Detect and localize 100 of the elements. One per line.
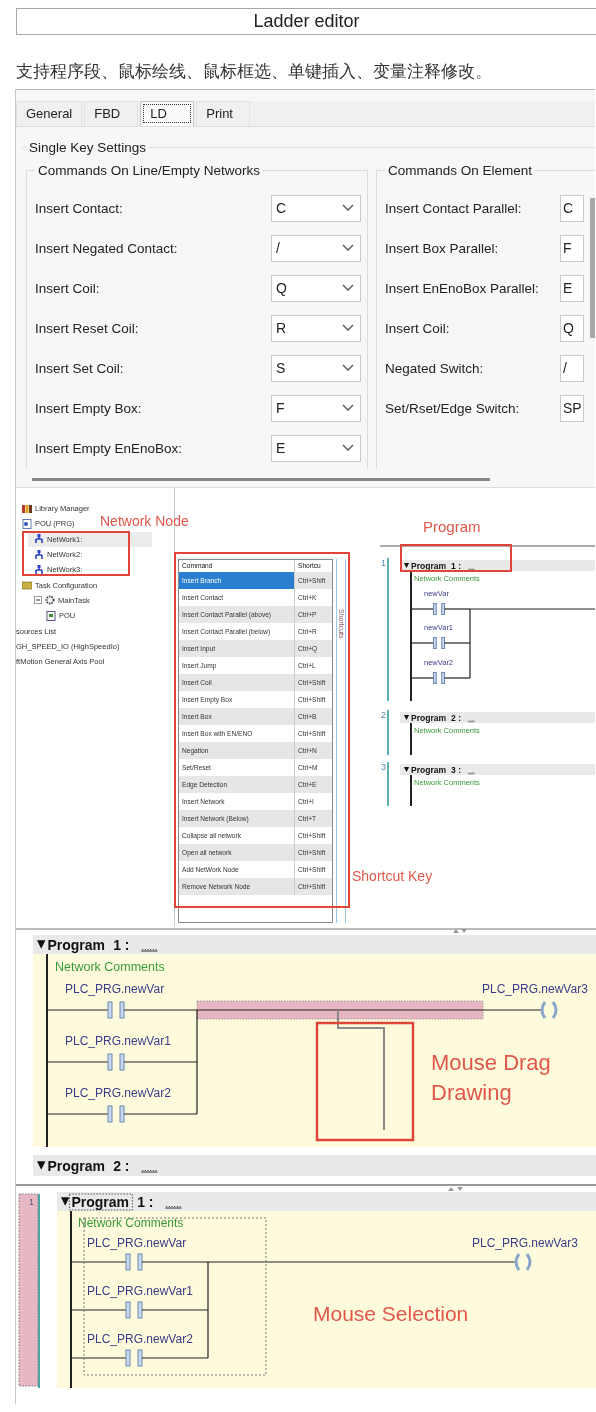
callout-label: Mouse Drag xyxy=(431,1050,551,1075)
setting-label: Insert Contact Parallel: xyxy=(385,200,523,216)
setting-label: Insert Coil: xyxy=(385,320,451,336)
setting-label: Insert Contact: xyxy=(35,200,124,216)
caret-icon[interactable] xyxy=(37,940,46,949)
wire xyxy=(410,608,435,610)
vertical-scrollbar[interactable] xyxy=(590,198,595,338)
callout-label: Network Node xyxy=(100,513,189,529)
wire xyxy=(46,1061,109,1063)
splitter-arrows-icon[interactable] xyxy=(453,929,467,933)
key-dropdown[interactable]: C xyxy=(560,194,584,222)
key-dropdown[interactable]: SP xyxy=(560,394,584,422)
caret-icon[interactable] xyxy=(404,714,410,721)
variable-label: PLC_PRG.newVar1 xyxy=(65,1034,171,1048)
page-title: Ladder editor xyxy=(16,8,596,35)
key-dropdown[interactable]: F xyxy=(560,234,584,262)
group-title: Single Key Settings xyxy=(28,140,148,155)
key-dropdown[interactable]: R xyxy=(271,314,361,342)
setting-label: Insert Negated Contact: xyxy=(35,240,179,256)
tab[interactable]: FBD xyxy=(84,101,139,126)
key-dropdown[interactable]: Q xyxy=(271,274,361,302)
network-name: ...... xyxy=(141,940,158,952)
network-title: Program xyxy=(71,1193,129,1210)
network-comment: Network Comments xyxy=(55,960,165,974)
wire xyxy=(70,1357,127,1359)
caption-text: 支持程序段、鼠标绘线、鼠标框选、单键插入、变量注释修改。 xyxy=(16,60,493,83)
callout-label: Program xyxy=(423,518,481,535)
setting-label: Insert Reset Coil: xyxy=(35,320,140,336)
key-dropdown[interactable]: Q xyxy=(560,314,584,342)
tab[interactable]: LD xyxy=(140,101,195,126)
network-number: 2 : xyxy=(113,1157,130,1174)
gear-icon xyxy=(45,595,55,606)
setting-label: Insert EnEnoBox Parallel: xyxy=(385,280,540,296)
network-number: 1 : xyxy=(113,936,130,953)
contact-symbol[interactable] xyxy=(107,1053,125,1071)
network-icon xyxy=(34,534,44,545)
variable-label: PLC_PRG.newVar xyxy=(87,1236,187,1250)
key-dropdown[interactable]: / xyxy=(271,234,361,262)
setting-label: Insert Empty Box: xyxy=(35,400,143,416)
collapse-icon[interactable] xyxy=(34,596,42,605)
callout-label: Drawing xyxy=(431,1080,512,1105)
tab[interactable]: General xyxy=(16,101,83,126)
caret-icon[interactable] xyxy=(404,562,410,569)
callout-label: Shortcut Key xyxy=(352,868,433,884)
setting-label: Negated Switch: xyxy=(385,360,485,376)
coil-symbol[interactable] xyxy=(540,1000,558,1020)
setting-label: Insert Set Coil: xyxy=(35,360,125,376)
section-title: Commands On Line/Empty Networks xyxy=(37,163,262,178)
key-dropdown[interactable]: E xyxy=(271,434,361,462)
horizontal-scrollbar[interactable] xyxy=(32,478,490,481)
section-title: Commands On Element xyxy=(387,163,534,178)
network-gutter[interactable] xyxy=(18,1193,39,1387)
network-name: ...... xyxy=(141,1161,158,1173)
setting-label: Insert Box Parallel: xyxy=(385,240,500,256)
coil-symbol[interactable] xyxy=(514,1252,532,1272)
key-dropdown[interactable]: F xyxy=(271,394,361,422)
contact-symbol[interactable] xyxy=(107,1105,125,1123)
contact-symbol[interactable] xyxy=(433,637,445,649)
variable-label: PLC_PRG.newVar3 xyxy=(472,1236,578,1250)
chevron-down-icon xyxy=(342,324,354,332)
wire xyxy=(410,642,435,644)
network-title: Program xyxy=(411,712,447,723)
network-icon xyxy=(34,564,44,575)
contact-symbol[interactable] xyxy=(125,1301,143,1319)
variable-label: PLC_PRG.newVar3 xyxy=(482,982,588,996)
wire xyxy=(70,1309,127,1311)
network-icon xyxy=(34,549,44,560)
caret-icon[interactable] xyxy=(37,1161,46,1170)
document-icon xyxy=(46,610,56,621)
setting-label: Insert Empty EnEnoBox: xyxy=(35,440,184,456)
key-dropdown[interactable]: C xyxy=(271,194,361,222)
wire xyxy=(410,677,435,679)
network-number: 1 : xyxy=(137,1193,154,1210)
line-number: 1 xyxy=(29,1197,34,1207)
variable-label: PLC_PRG.newVar2 xyxy=(87,1332,193,1346)
caret-icon[interactable] xyxy=(61,1197,70,1206)
tab[interactable]: Print xyxy=(196,101,251,126)
key-dropdown[interactable]: / xyxy=(560,354,584,382)
network-number: 2 : xyxy=(451,712,461,723)
network-comment: Network Comments xyxy=(78,1216,184,1230)
contact-symbol[interactable] xyxy=(433,672,445,684)
contact-symbol[interactable] xyxy=(125,1349,143,1367)
key-dropdown[interactable]: E xyxy=(560,274,584,302)
chevron-down-icon xyxy=(342,284,354,292)
splitter-arrows-icon[interactable] xyxy=(448,1187,463,1191)
wire xyxy=(46,1009,109,1011)
key-dropdown[interactable]: S xyxy=(271,354,361,382)
contact-symbol[interactable] xyxy=(125,1253,143,1271)
contact-symbol[interactable] xyxy=(433,603,445,615)
contact-symbol[interactable] xyxy=(107,1001,125,1019)
caret-icon[interactable] xyxy=(404,766,410,773)
network-name: ...... xyxy=(165,1197,182,1209)
variable-label: PLC_PRG.newVar2 xyxy=(65,1086,171,1100)
setting-label: Insert Coil: xyxy=(35,280,101,296)
folder-icon xyxy=(22,580,32,591)
chevron-down-icon xyxy=(342,364,354,372)
network-title: Program xyxy=(411,764,447,775)
network-number: 3 : xyxy=(451,764,461,775)
chevron-down-icon xyxy=(342,244,354,252)
chevron-down-icon xyxy=(342,444,354,452)
